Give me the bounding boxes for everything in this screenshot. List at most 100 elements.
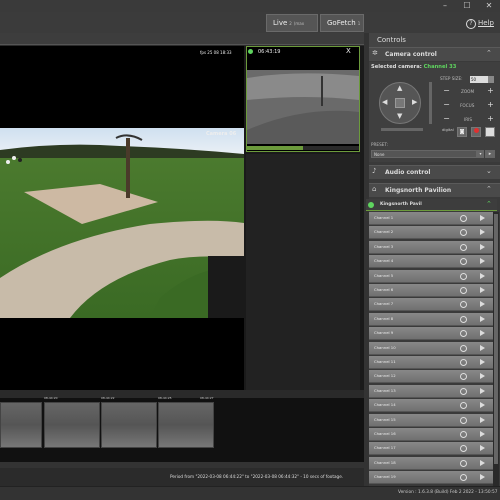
play-icon[interactable] bbox=[480, 315, 485, 322]
play-icon[interactable] bbox=[480, 445, 485, 452]
power-icon[interactable] bbox=[460, 359, 467, 366]
play-icon[interactable] bbox=[480, 215, 485, 221]
pan-up-icon[interactable]: ▲ bbox=[397, 84, 402, 92]
site-header[interactable]: Kingsnorth Pavilion bbox=[369, 183, 500, 197]
power-icon[interactable] bbox=[460, 315, 467, 323]
maximize-icon[interactable]: ☐ bbox=[458, 0, 476, 12]
power-icon[interactable] bbox=[460, 330, 467, 338]
power-icon[interactable] bbox=[460, 215, 467, 222]
pan-left-icon[interactable]: ◀ bbox=[382, 98, 387, 106]
snapshot-icon[interactable]: ◙ bbox=[457, 127, 467, 137]
play-icon[interactable] bbox=[480, 243, 485, 250]
play-icon[interactable] bbox=[480, 301, 485, 308]
channel-row[interactable]: Channel 13 bbox=[369, 384, 493, 398]
power-icon[interactable] bbox=[460, 287, 467, 294]
chevron-down-icon[interactable]: ⌄ bbox=[486, 167, 492, 175]
channel-row[interactable]: Channel 11 bbox=[369, 356, 493, 369]
step-size-spinner[interactable] bbox=[488, 76, 494, 83]
play-icon[interactable] bbox=[480, 474, 485, 481]
play-icon[interactable] bbox=[480, 229, 485, 236]
power-icon[interactable] bbox=[460, 445, 467, 453]
zoom-in-button[interactable]: + bbox=[486, 87, 495, 96]
chevron-up-icon[interactable]: ⌃ bbox=[486, 200, 492, 208]
timeline-thumbnail[interactable] bbox=[101, 402, 157, 448]
power-icon[interactable] bbox=[460, 301, 467, 309]
power-icon[interactable] bbox=[460, 258, 467, 266]
zoom-out-button[interactable]: − bbox=[442, 87, 451, 96]
timeline-scrollbar[interactable] bbox=[0, 462, 364, 468]
channel-row[interactable]: Channel 10 bbox=[369, 341, 493, 355]
tab-live[interactable]: Live2(max 32) bbox=[266, 14, 318, 43]
power-icon[interactable] bbox=[460, 459, 467, 467]
close-tile-button[interactable]: X bbox=[346, 47, 351, 55]
empty-video-tile[interactable] bbox=[246, 154, 360, 390]
play-icon[interactable] bbox=[480, 373, 485, 380]
step-size-input[interactable]: 50 bbox=[470, 76, 488, 83]
channel-row[interactable]: Channel 9 bbox=[369, 327, 493, 341]
power-icon[interactable] bbox=[460, 431, 467, 438]
channel-row[interactable]: Channel 18 bbox=[369, 456, 493, 470]
digital-zoom-button[interactable]: digital bbox=[442, 127, 454, 132]
power-icon[interactable] bbox=[460, 272, 467, 280]
tab-gofetch[interactable]: GoFetch 1 bbox=[320, 14, 364, 32]
ptz-speed-slider[interactable] bbox=[429, 82, 432, 124]
preset-select[interactable]: None bbox=[371, 150, 477, 158]
channel-row[interactable]: Channel 2 bbox=[369, 226, 493, 240]
play-icon[interactable] bbox=[480, 416, 485, 423]
play-icon[interactable] bbox=[480, 459, 485, 466]
pan-down-icon[interactable]: ▼ bbox=[397, 112, 402, 120]
close-icon[interactable]: ✕ bbox=[480, 0, 498, 12]
preset-go-button[interactable]: ▸ bbox=[485, 150, 495, 158]
group-header[interactable]: Kingsnorth Pavil bbox=[366, 199, 497, 211]
play-icon[interactable] bbox=[480, 330, 485, 337]
power-icon[interactable] bbox=[460, 229, 467, 237]
audio-control-header[interactable]: Audio control bbox=[369, 165, 500, 179]
power-icon[interactable] bbox=[460, 373, 467, 381]
channel-row[interactable]: Channel 17 bbox=[369, 442, 493, 456]
power-icon[interactable] bbox=[460, 387, 467, 395]
power-icon[interactable] bbox=[460, 344, 467, 352]
channel-row[interactable]: Channel 4 bbox=[369, 255, 493, 269]
play-icon[interactable] bbox=[480, 402, 485, 409]
focus-out-button[interactable]: − bbox=[442, 101, 451, 110]
minimize-icon[interactable]: – bbox=[436, 0, 454, 12]
pan-right-icon[interactable]: ▶ bbox=[412, 98, 417, 106]
power-icon[interactable] bbox=[460, 402, 467, 410]
channel-row[interactable]: Channel 6 bbox=[369, 284, 493, 297]
iris-close-button[interactable]: − bbox=[442, 115, 451, 124]
channel-row[interactable]: Channel 16 bbox=[369, 428, 493, 441]
channel-list-scroll-thumb[interactable] bbox=[494, 214, 498, 464]
timeline-thumbnail[interactable] bbox=[158, 402, 214, 448]
chevron-up-icon[interactable]: ⌃ bbox=[486, 49, 492, 57]
play-icon[interactable] bbox=[480, 344, 485, 351]
channel-row[interactable]: Channel 5 bbox=[369, 269, 493, 283]
play-icon[interactable] bbox=[480, 359, 485, 365]
play-icon[interactable] bbox=[480, 387, 485, 394]
channel-row[interactable]: Channel 3 bbox=[369, 240, 493, 254]
camera-control-header[interactable]: Camera control bbox=[369, 47, 500, 61]
channel-row[interactable]: Channel 19 bbox=[369, 471, 493, 485]
channel-row[interactable]: Channel 15 bbox=[369, 413, 493, 427]
play-icon[interactable] bbox=[480, 431, 485, 437]
channel-row[interactable]: Channel 7 bbox=[369, 298, 493, 312]
play-icon[interactable] bbox=[480, 287, 485, 293]
ptz-horizontal-slider[interactable] bbox=[381, 128, 423, 131]
play-icon[interactable] bbox=[480, 258, 485, 265]
play-icon[interactable] bbox=[480, 272, 485, 279]
channel-row[interactable]: Channel 8 bbox=[369, 312, 493, 326]
chevron-down-icon[interactable]: ▾ bbox=[477, 150, 484, 158]
iris-open-button[interactable]: + bbox=[486, 115, 495, 124]
focus-in-button[interactable]: + bbox=[486, 101, 495, 110]
power-icon[interactable] bbox=[460, 474, 467, 482]
ptz-center-button[interactable] bbox=[395, 98, 405, 108]
power-icon[interactable] bbox=[460, 416, 467, 424]
channel-row[interactable]: Channel 1 bbox=[369, 212, 493, 225]
channel-row[interactable]: Channel 14 bbox=[369, 399, 493, 413]
timeline-thumbnail[interactable] bbox=[44, 402, 100, 448]
power-icon[interactable] bbox=[460, 243, 467, 251]
channel-row[interactable]: Channel 12 bbox=[369, 370, 493, 384]
timeline-thumbnail[interactable] bbox=[0, 402, 42, 448]
record-icon[interactable] bbox=[471, 127, 481, 137]
help-link[interactable]: ? Help bbox=[466, 14, 496, 32]
chevron-up-icon[interactable]: ⌃ bbox=[486, 185, 492, 193]
